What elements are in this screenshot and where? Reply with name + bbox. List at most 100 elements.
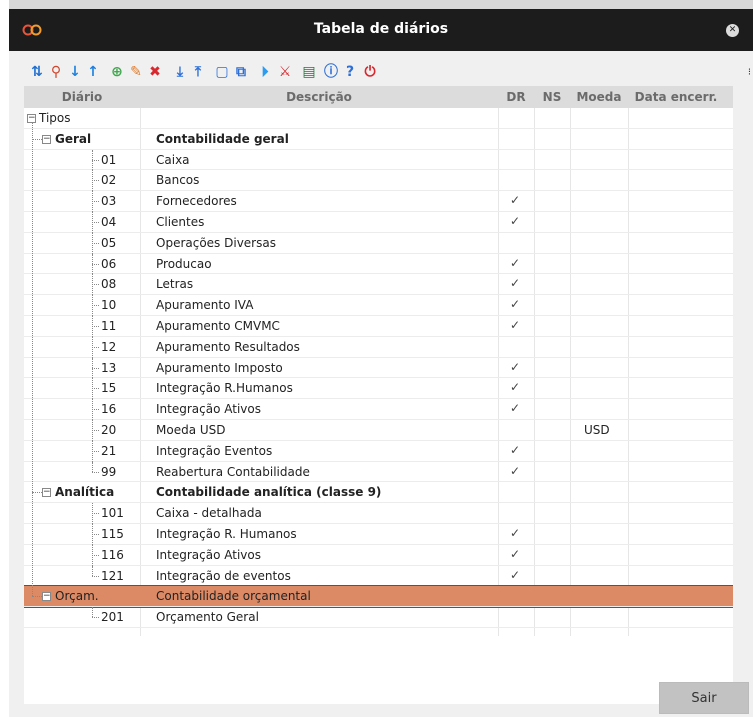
table-row[interactable]: 08 Letras ✓: [24, 274, 733, 296]
close-icon[interactable]: ✕: [726, 24, 739, 37]
tree-group-row[interactable]: − Geral Contabilidade geral: [24, 129, 733, 150]
table-row[interactable]: 13 Apuramento Imposto ✓: [24, 357, 733, 379]
table-row[interactable]: 101 Caixa - detalhada: [24, 503, 733, 524]
journal-description: Moeda USD: [156, 422, 226, 437]
info-icon[interactable]: ⓘ: [323, 63, 339, 81]
remove-data-icon[interactable]: ⚔: [277, 63, 293, 81]
table-row[interactable]: 115 Integração R. Humanos ✓: [24, 523, 733, 545]
tree-connector: [92, 429, 99, 431]
table-row[interactable]: 99 Reabertura Contabilidade ✓: [24, 461, 733, 483]
col-header-moeda[interactable]: Moeda: [570, 90, 628, 104]
table-row[interactable]: 04 Clientes ✓: [24, 211, 733, 233]
table-row[interactable]: 16 Integração Ativos ✓: [24, 399, 733, 420]
toolbar: ⇅ ⚲ ↓ ↑ ⊕ ✎ ✖ ⤓ ⤒ ▢ ⧉ ⏵ ⚔ ▤ ⓘ ? ⏻: [29, 63, 749, 81]
journal-description: Clientes: [156, 214, 205, 229]
journal-code: 05: [101, 235, 117, 250]
journal-description: Apuramento IVA: [156, 298, 254, 313]
dr-check-icon: ✓: [510, 213, 521, 228]
table-row[interactable]: 20 Moeda USD USD: [24, 419, 733, 441]
journal-description: Integração R. Humanos: [156, 526, 297, 541]
group-code: Analítica: [55, 485, 115, 500]
journal-description: Fornecedores: [156, 194, 237, 209]
journal-description: Integração Ativos: [156, 402, 261, 417]
help-icon[interactable]: ?: [342, 63, 358, 81]
collapse-icon[interactable]: −: [42, 592, 51, 602]
journal-code: 15: [101, 381, 117, 396]
tree-connector: [32, 596, 42, 598]
table-row[interactable]: 03 Fornecedores ✓: [24, 191, 733, 212]
title-bar: Tabela de diários ✕: [9, 9, 753, 51]
table-row[interactable]: 10 Apuramento IVA ✓: [24, 295, 733, 316]
col-header-diario[interactable]: Diário: [24, 90, 140, 104]
journal-code: 99: [101, 464, 117, 479]
copy-icon[interactable]: ▢: [214, 63, 230, 81]
collapse-icon[interactable]: −: [42, 488, 51, 498]
tree-connector: [92, 305, 99, 307]
run-icon[interactable]: ⏵: [257, 63, 273, 81]
col-header-descricao[interactable]: Descrição: [140, 90, 498, 104]
export-icon[interactable]: ⤓: [172, 63, 188, 81]
col-header-data-encerr[interactable]: Data encerr.: [628, 90, 724, 104]
table-row[interactable]: 02 Bancos: [24, 170, 733, 192]
tree-connector: [92, 253, 93, 275]
journal-description: Integração R.Humanos: [156, 381, 293, 396]
import-icon[interactable]: ⤒: [190, 63, 206, 81]
journal-code: 21: [101, 443, 117, 458]
exit-button[interactable]: Sair: [659, 682, 749, 714]
table-row[interactable]: 201 Orçamento Geral: [24, 607, 733, 628]
sort-icon[interactable]: ⇅: [29, 63, 45, 81]
journal-code: 10: [101, 298, 117, 313]
journal-description: Caixa - detalhada: [156, 506, 262, 521]
tree-group-row[interactable]: − Analítica Contabilidade analítica (class…: [24, 482, 733, 504]
journal-code: 121: [101, 568, 124, 583]
journal-code: 16: [101, 402, 117, 417]
tree-connector: [92, 503, 93, 524]
table-row[interactable]: 01 Caixa: [24, 149, 733, 171]
table-row[interactable]: 116 Integração Ativos ✓: [24, 544, 733, 566]
col-header-dr[interactable]: DR: [498, 90, 534, 104]
table-row[interactable]: 11 Apuramento CMVMC ✓: [24, 315, 733, 337]
journal-description: Caixa: [156, 152, 190, 167]
grid-rows: − Tipos − Geral Contabilidade geral 01 Caixa 02…: [24, 108, 733, 628]
collapse-icon[interactable]: −: [42, 134, 51, 144]
journal-code: 02: [101, 173, 117, 188]
currency-value: USD: [584, 422, 610, 437]
table-row[interactable]: 21 Integração Eventos ✓: [24, 440, 733, 462]
tree-group-row[interactable]: − Orçam. Contabilidade orçamental: [24, 585, 733, 609]
tree-root-row[interactable]: − Tipos: [24, 108, 733, 129]
edit-icon[interactable]: ✎: [128, 63, 144, 81]
add-icon[interactable]: ⊕: [109, 63, 125, 81]
duplicate-icon[interactable]: ⧉: [233, 63, 249, 81]
journal-code: 04: [101, 214, 117, 229]
search-icon[interactable]: ⚲: [48, 63, 64, 81]
col-header-ns[interactable]: NS: [534, 90, 570, 104]
journal-code: 06: [101, 256, 117, 271]
tree-connector: [92, 554, 99, 556]
table-row[interactable]: 05 Operações Diversas: [24, 232, 733, 254]
tree-connector: [92, 232, 93, 254]
arrow-up-icon[interactable]: ↑: [85, 63, 101, 81]
journal-description: Operações Diversas: [156, 235, 276, 250]
tree-connector: [92, 471, 99, 473]
tree-connector: [92, 180, 99, 182]
toolbar-overflow-icon[interactable]: ⁝: [748, 67, 751, 78]
group-code: Geral: [55, 131, 92, 146]
arrow-down-icon[interactable]: ↓: [67, 63, 83, 81]
tree-connector: [92, 336, 93, 358]
dr-check-icon: ✓: [510, 359, 521, 374]
excel-icon[interactable]: ▤: [301, 63, 317, 81]
tree-connector: [92, 533, 99, 535]
journal-code: 20: [101, 422, 117, 437]
journal-description: Apuramento CMVMC: [156, 318, 280, 333]
tree-connector: [92, 242, 99, 244]
table-row[interactable]: 12 Apuramento Resultados: [24, 336, 733, 358]
tree-connector: [92, 315, 93, 337]
table-row[interactable]: 06 Producao ✓: [24, 253, 733, 275]
tree-connector: [92, 523, 93, 545]
tree-connector: [92, 284, 99, 286]
delete-icon[interactable]: ✖: [147, 63, 163, 81]
journal-description: Producao: [156, 256, 212, 271]
table-row[interactable]: 121 Integração de eventos ✓: [24, 565, 733, 587]
table-row[interactable]: 15 Integração R.Humanos ✓: [24, 378, 733, 400]
power-icon[interactable]: ⏻: [362, 63, 378, 81]
